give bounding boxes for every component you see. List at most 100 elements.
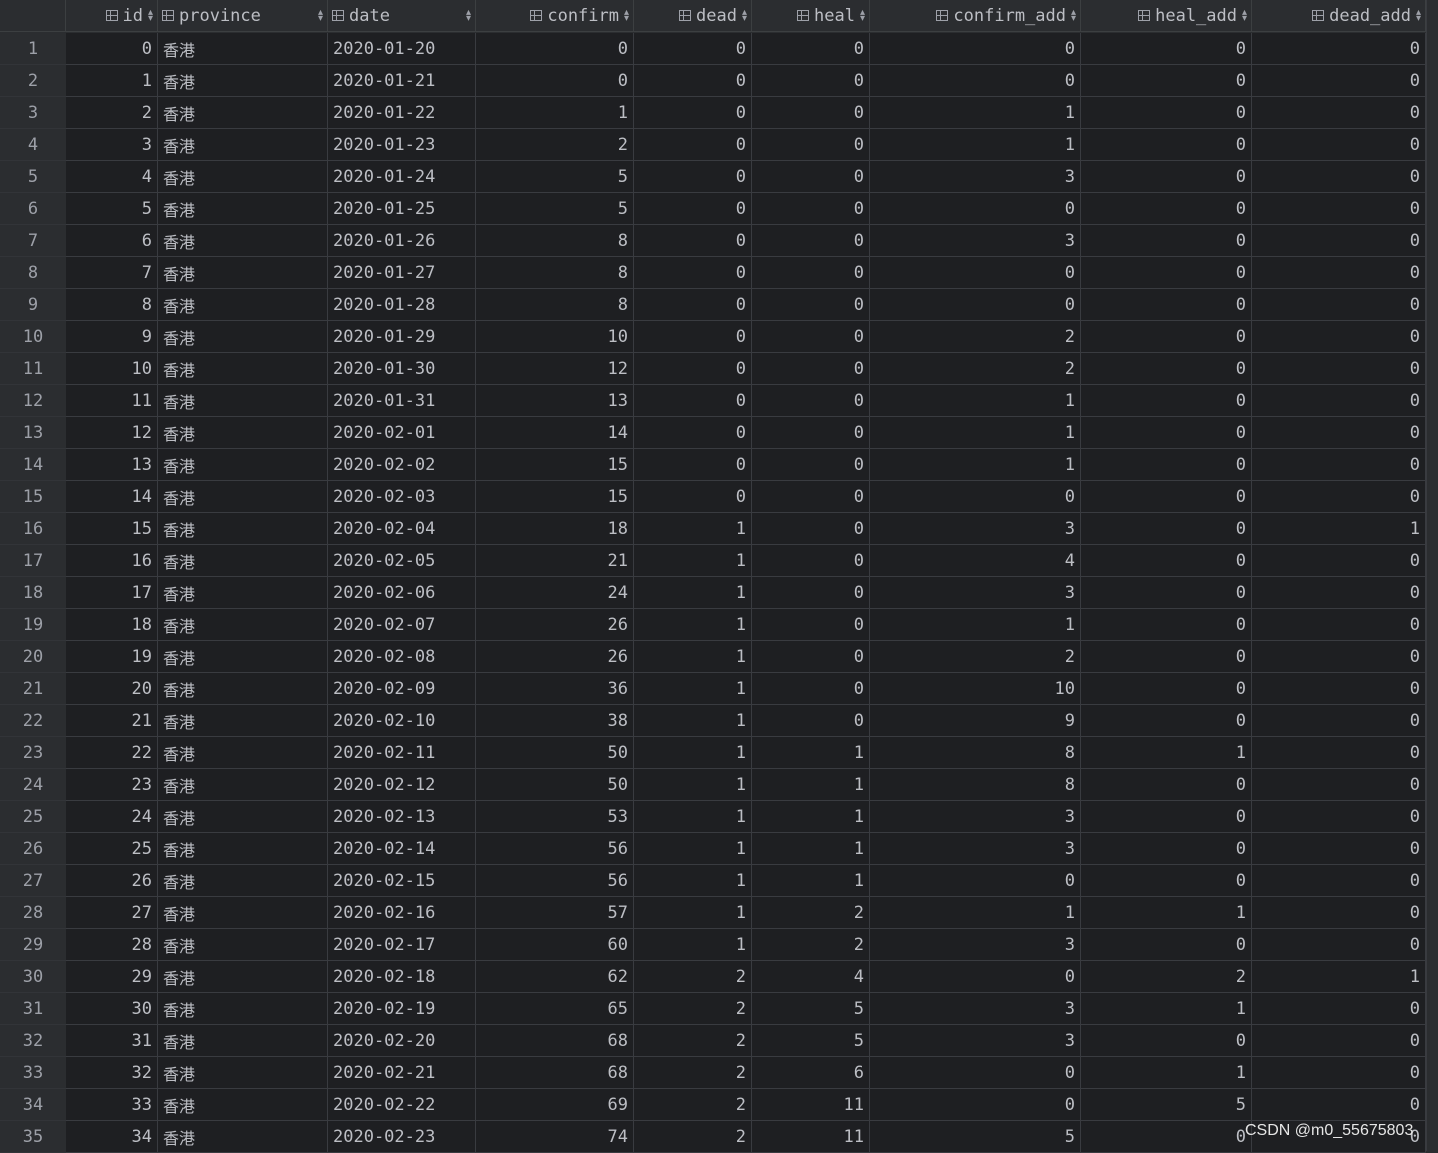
table-cell-heal[interactable]: 1: [752, 801, 870, 833]
table-cell-heal-add[interactable]: 0: [1081, 801, 1252, 833]
table-cell-date[interactable]: 2020-02-22: [328, 1089, 476, 1121]
row-number[interactable]: 11: [0, 353, 66, 385]
table-cell-dead-add[interactable]: 0: [1252, 609, 1426, 641]
table-cell-heal[interactable]: 0: [752, 65, 870, 97]
table-cell-id[interactable]: 14: [66, 481, 158, 513]
table-cell-date[interactable]: 2020-02-23: [328, 1121, 476, 1153]
table-cell-date[interactable]: 2020-01-22: [328, 97, 476, 129]
table-cell-date[interactable]: 2020-02-04: [328, 513, 476, 545]
table-cell-confirm[interactable]: 12: [476, 353, 634, 385]
table-cell-province[interactable]: 香港: [158, 545, 328, 577]
table-cell-heal[interactable]: 0: [752, 321, 870, 353]
table-cell-id[interactable]: 6: [66, 225, 158, 257]
column-header-dead[interactable]: dead ▴ ▾: [634, 0, 752, 32]
table-cell-id[interactable]: 16: [66, 545, 158, 577]
table-cell-dead-add[interactable]: 0: [1252, 289, 1426, 321]
table-cell-heal-add[interactable]: 1: [1081, 897, 1252, 929]
table-cell-province[interactable]: 香港: [158, 65, 328, 97]
table-cell-dead[interactable]: 1: [634, 737, 752, 769]
row-number[interactable]: 19: [0, 609, 66, 641]
row-number[interactable]: 29: [0, 929, 66, 961]
table-cell-province[interactable]: 香港: [158, 673, 328, 705]
table-cell-confirm[interactable]: 68: [476, 1057, 634, 1089]
table-cell-province[interactable]: 香港: [158, 961, 328, 993]
table-cell-dead[interactable]: 1: [634, 705, 752, 737]
table-cell-confirm[interactable]: 69: [476, 1089, 634, 1121]
table-cell-heal-add[interactable]: 0: [1081, 577, 1252, 609]
column-header-date[interactable]: date ▴ ▾: [328, 0, 476, 32]
table-cell-heal[interactable]: 5: [752, 993, 870, 1025]
table-cell-dead[interactable]: 1: [634, 513, 752, 545]
table-cell-confirm[interactable]: 8: [476, 289, 634, 321]
table-cell-date[interactable]: 2020-01-27: [328, 257, 476, 289]
table-cell-dead-add[interactable]: 0: [1252, 481, 1426, 513]
table-cell-province[interactable]: 香港: [158, 641, 328, 673]
table-cell-heal-add[interactable]: 0: [1081, 257, 1252, 289]
row-number[interactable]: 31: [0, 993, 66, 1025]
row-number[interactable]: 18: [0, 577, 66, 609]
table-cell-confirm-add[interactable]: 4: [870, 545, 1081, 577]
sort-arrows-icon[interactable]: ▴ ▾: [148, 8, 153, 24]
table-cell-id[interactable]: 30: [66, 993, 158, 1025]
table-cell-confirm[interactable]: 2: [476, 129, 634, 161]
table-cell-heal[interactable]: 0: [752, 193, 870, 225]
table-cell-dead[interactable]: 2: [634, 961, 752, 993]
table-cell-confirm[interactable]: 65: [476, 993, 634, 1025]
row-number[interactable]: 32: [0, 1025, 66, 1057]
row-number[interactable]: 22: [0, 705, 66, 737]
table-cell-dead[interactable]: 0: [634, 97, 752, 129]
table-cell-heal[interactable]: 0: [752, 97, 870, 129]
table-cell-province[interactable]: 香港: [158, 289, 328, 321]
table-cell-heal[interactable]: 1: [752, 833, 870, 865]
table-cell-heal-add[interactable]: 0: [1081, 289, 1252, 321]
table-cell-heal-add[interactable]: 0: [1081, 481, 1252, 513]
row-number[interactable]: 20: [0, 641, 66, 673]
row-number[interactable]: 33: [0, 1057, 66, 1089]
table-cell-date[interactable]: 2020-01-28: [328, 289, 476, 321]
table-cell-confirm-add[interactable]: 3: [870, 833, 1081, 865]
table-cell-dead-add[interactable]: 0: [1252, 705, 1426, 737]
table-cell-heal-add[interactable]: 0: [1081, 225, 1252, 257]
table-cell-confirm-add[interactable]: 1: [870, 417, 1081, 449]
table-cell-heal-add[interactable]: 0: [1081, 65, 1252, 97]
sort-arrows-icon[interactable]: ▴ ▾: [624, 8, 629, 24]
table-cell-id[interactable]: 24: [66, 801, 158, 833]
table-cell-province[interactable]: 香港: [158, 1121, 328, 1153]
table-cell-date[interactable]: 2020-02-10: [328, 705, 476, 737]
table-cell-date[interactable]: 2020-01-29: [328, 321, 476, 353]
table-cell-id[interactable]: 28: [66, 929, 158, 961]
row-number[interactable]: 10: [0, 321, 66, 353]
table-cell-dead[interactable]: 0: [634, 417, 752, 449]
table-cell-id[interactable]: 23: [66, 769, 158, 801]
table-cell-province[interactable]: 香港: [158, 1025, 328, 1057]
table-cell-confirm-add[interactable]: 9: [870, 705, 1081, 737]
table-cell-province[interactable]: 香港: [158, 801, 328, 833]
table-cell-date[interactable]: 2020-01-24: [328, 161, 476, 193]
column-header-heal-add[interactable]: heal_add ▴ ▾: [1081, 0, 1252, 32]
table-cell-confirm[interactable]: 24: [476, 577, 634, 609]
table-cell-heal-add[interactable]: 0: [1081, 609, 1252, 641]
table-cell-province[interactable]: 香港: [158, 225, 328, 257]
table-cell-confirm[interactable]: 53: [476, 801, 634, 833]
table-cell-dead[interactable]: 2: [634, 1121, 752, 1153]
table-cell-province[interactable]: 香港: [158, 833, 328, 865]
table-cell-date[interactable]: 2020-02-19: [328, 993, 476, 1025]
table-cell-confirm[interactable]: 5: [476, 161, 634, 193]
table-cell-heal[interactable]: 5: [752, 1025, 870, 1057]
table-cell-confirm-add[interactable]: 1: [870, 129, 1081, 161]
table-cell-heal[interactable]: 0: [752, 641, 870, 673]
table-cell-confirm-add[interactable]: 0: [870, 193, 1081, 225]
table-cell-heal-add[interactable]: 5: [1081, 1089, 1252, 1121]
table-cell-dead[interactable]: 0: [634, 385, 752, 417]
table-cell-date[interactable]: 2020-02-16: [328, 897, 476, 929]
table-cell-dead-add[interactable]: 0: [1252, 225, 1426, 257]
table-cell-dead[interactable]: 1: [634, 673, 752, 705]
table-cell-id[interactable]: 27: [66, 897, 158, 929]
table-cell-dead-add[interactable]: 0: [1252, 161, 1426, 193]
table-cell-date[interactable]: 2020-02-13: [328, 801, 476, 833]
table-cell-heal-add[interactable]: 0: [1081, 385, 1252, 417]
table-cell-province[interactable]: 香港: [158, 33, 328, 65]
table-cell-dead-add[interactable]: 0: [1252, 129, 1426, 161]
table-cell-dead[interactable]: 2: [634, 1057, 752, 1089]
table-cell-heal-add[interactable]: 0: [1081, 705, 1252, 737]
